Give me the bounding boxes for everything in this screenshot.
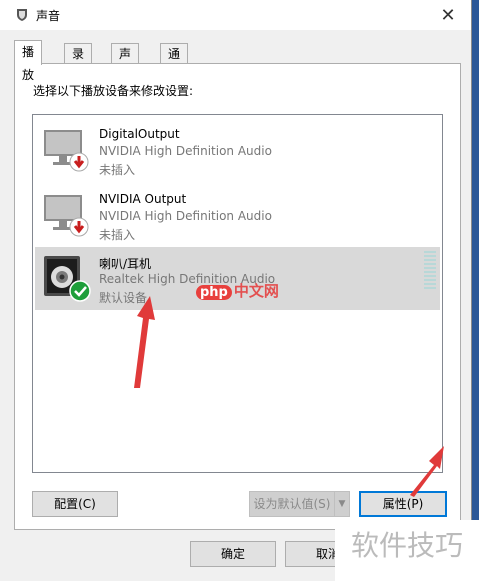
set-default-button[interactable]: 设为默认值(S) [249, 491, 335, 517]
monitor-icon [44, 195, 89, 237]
device-name: 喇叭/耳机 [99, 257, 152, 271]
device-name: NVIDIA Output [99, 192, 187, 206]
volume-level-meter [424, 251, 436, 293]
monitor-icon [44, 130, 89, 172]
device-item-nvidia-output[interactable]: NVIDIA Output NVIDIA High Definition Aud… [35, 184, 440, 247]
unplugged-arrow-icon [69, 152, 89, 172]
set-default-dropdown[interactable]: ▼ [334, 491, 350, 517]
configure-button[interactable]: 配置(C) [32, 491, 118, 517]
device-driver: NVIDIA High Definition Audio [99, 144, 272, 158]
window-title: 声音 [36, 9, 61, 23]
tips-watermark: 软件技巧 [335, 520, 479, 581]
tab-recording[interactable]: 录制 [64, 43, 93, 81]
ok-button[interactable]: 确定 [190, 541, 276, 567]
tab-sounds[interactable]: 声音 [111, 43, 140, 81]
instruction-text: 选择以下播放设备来修改设置: [33, 84, 194, 98]
device-item-digital-output[interactable]: DigitalOutput NVIDIA High Definition Aud… [35, 119, 440, 182]
chevron-down-icon: ▼ [338, 499, 346, 509]
tab-communications[interactable]: 通信 [160, 43, 189, 81]
properties-button[interactable]: 属性(P) [359, 491, 447, 517]
device-status: 未插入 [99, 163, 136, 177]
device-status: 默认设备 [99, 291, 148, 305]
speaker-shield-icon [17, 9, 27, 21]
device-name: DigitalOutput [99, 127, 180, 141]
device-driver: NVIDIA High Definition Audio [99, 209, 272, 223]
close-icon: ✕ [440, 4, 456, 26]
tab-playback[interactable]: 播放 [14, 40, 43, 82]
php-watermark: php 中文网 [196, 280, 279, 301]
close-button[interactable]: ✕ [425, 0, 471, 30]
unplugged-arrow-icon [69, 217, 89, 237]
speaker-icon [44, 256, 91, 302]
php-watermark-logo: php [196, 285, 232, 300]
device-status: 未插入 [99, 228, 136, 242]
default-check-icon [69, 280, 91, 302]
title-bar: 声音 ✕ [0, 0, 471, 30]
php-watermark-text: 中文网 [233, 282, 279, 300]
